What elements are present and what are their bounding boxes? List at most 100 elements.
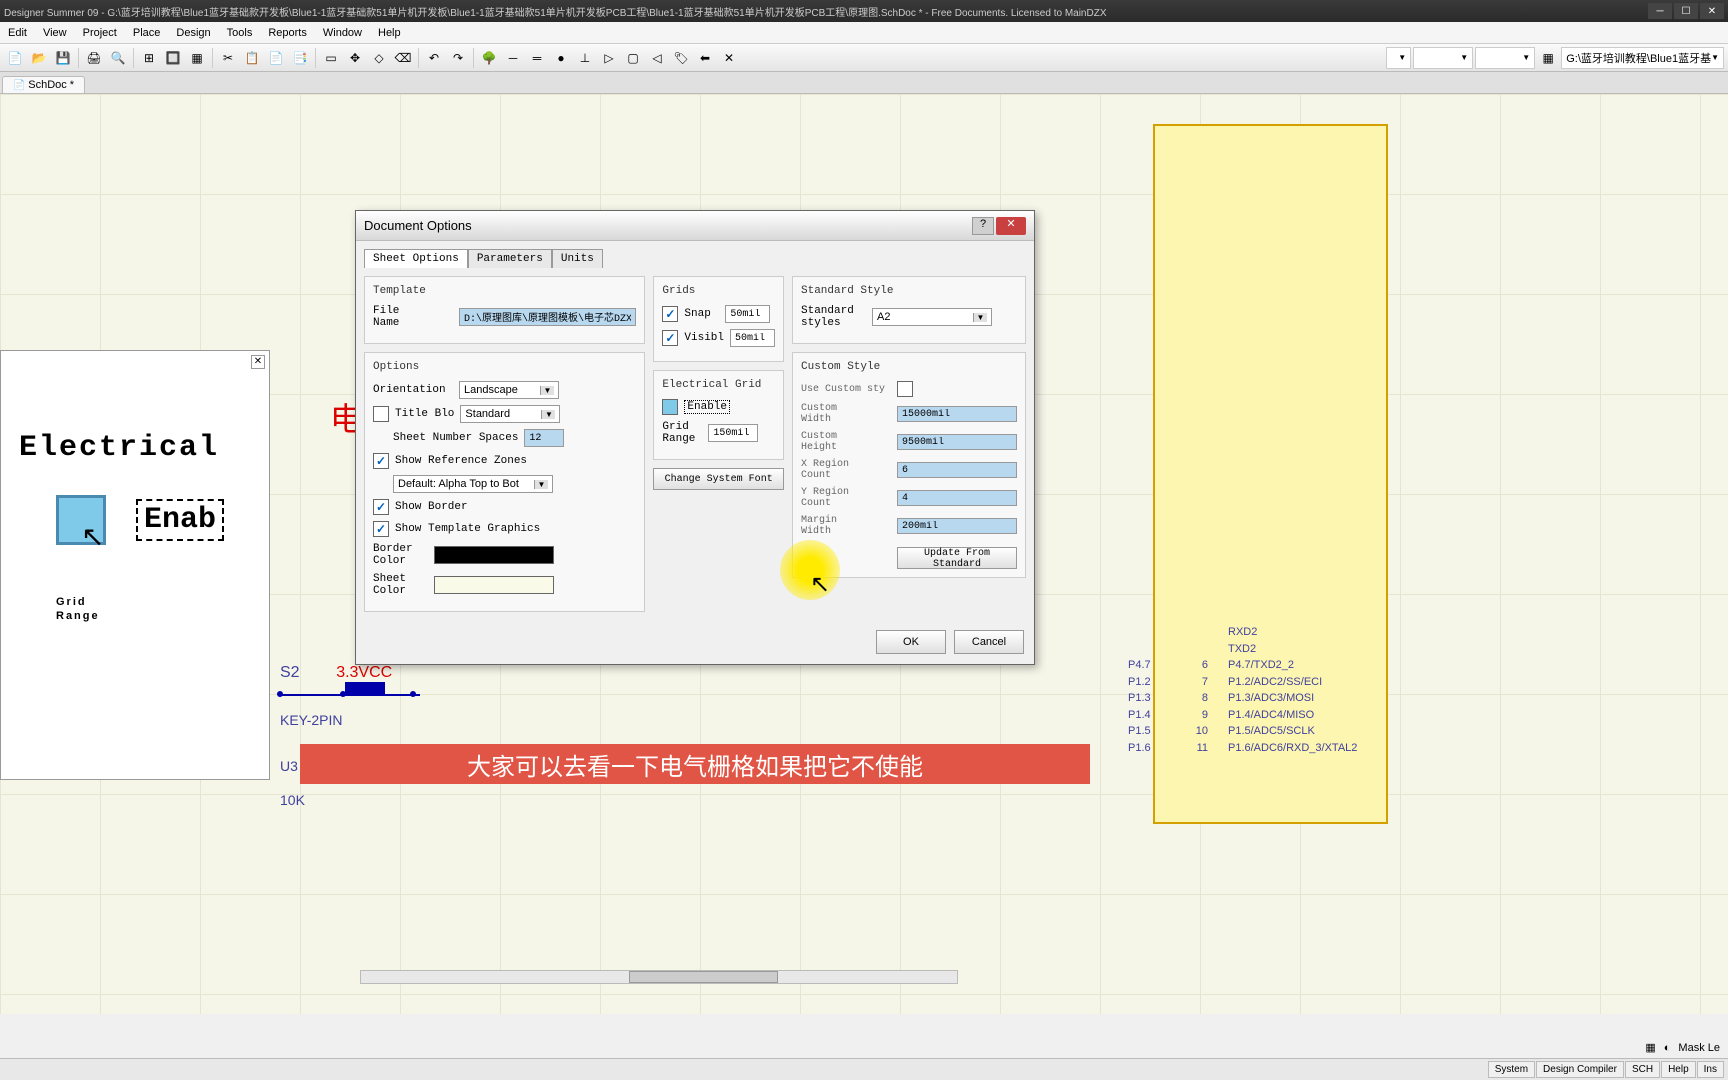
signal-row: RXD2: [1128, 624, 1448, 641]
checkbox-snap[interactable]: ✓: [662, 306, 678, 322]
checkbox-show-border[interactable]: ✓: [373, 499, 389, 515]
tool-offsheet[interactable]: ⬅: [694, 47, 716, 69]
tool-deselect[interactable]: ◇: [368, 47, 390, 69]
tool-path[interactable]: G:\蓝牙培训教程\Blue1蓝牙基▼: [1561, 47, 1724, 69]
input-x-region[interactable]: [897, 462, 1017, 478]
tool-zoom-select[interactable]: ▦: [186, 47, 208, 69]
menu-project[interactable]: Project: [75, 25, 125, 41]
status-design-compiler[interactable]: Design Compiler: [1536, 1061, 1624, 1078]
dialog-titlebar[interactable]: Document Options ? ✕: [356, 211, 1034, 241]
grid-icon[interactable]: ▦: [1645, 1041, 1655, 1054]
mask-icon[interactable]: ◐: [1664, 1042, 1671, 1054]
input-sheet-num[interactable]: [524, 429, 564, 447]
tool-sheet[interactable]: ▢: [622, 47, 644, 69]
input-custom-width[interactable]: [897, 406, 1017, 422]
button-change-font[interactable]: Change System Font: [653, 468, 784, 490]
tool-cut[interactable]: ✂: [217, 47, 239, 69]
tool-noconnect[interactable]: ✕: [718, 47, 740, 69]
label-visible: Visibl: [684, 332, 724, 344]
button-ok[interactable]: OK: [876, 630, 946, 654]
tool-wire[interactable]: ─: [502, 47, 524, 69]
label-r7-value: 10K: [280, 792, 392, 808]
swatch-sheet-color[interactable]: [434, 576, 554, 594]
scrollbar-thumb[interactable]: [629, 971, 778, 983]
tool-browse-drop[interactable]: ▼: [1413, 47, 1473, 69]
checkbox-visible[interactable]: ✓: [662, 330, 678, 346]
tool-copy[interactable]: 📋: [241, 47, 263, 69]
status-help[interactable]: Help: [1661, 1061, 1696, 1078]
zoom-enable-checkbox[interactable]: ↖: [56, 495, 106, 545]
tool-new[interactable]: 📄: [4, 47, 26, 69]
tool-bus[interactable]: ═: [526, 47, 548, 69]
tool-power[interactable]: ⊥: [574, 47, 596, 69]
group-standard-style: Standard Style Standard styles A2▼: [792, 276, 1026, 344]
dropdown-ref-zones[interactable]: Default: Alpha Top to Bot▼: [393, 475, 553, 493]
tool-save[interactable]: 💾: [52, 47, 74, 69]
label-s2: S2: [280, 664, 300, 681]
input-file-name[interactable]: [459, 308, 636, 326]
tool-part[interactable]: ▷: [598, 47, 620, 69]
menu-help[interactable]: Help: [370, 25, 409, 41]
menu-edit[interactable]: Edit: [0, 25, 35, 41]
checkbox-show-template[interactable]: ✓: [373, 521, 389, 537]
menu-tools[interactable]: Tools: [219, 25, 261, 41]
status-ins[interactable]: Ins: [1697, 1061, 1724, 1078]
checkbox-use-custom[interactable]: [897, 381, 913, 397]
menu-window[interactable]: Window: [315, 25, 370, 41]
menu-reports[interactable]: Reports: [260, 25, 315, 41]
dialog-help-button[interactable]: ?: [972, 217, 994, 235]
input-snap[interactable]: [725, 305, 770, 323]
status-sch[interactable]: SCH: [1625, 1061, 1660, 1078]
zoom-grid-label: Grid Range: [56, 595, 269, 624]
signal-row: P1.49P1.4/ADC4/MISO: [1128, 707, 1448, 724]
tab-units[interactable]: Units: [552, 249, 603, 268]
close-button[interactable]: ✕: [1700, 3, 1724, 19]
tool-preview[interactable]: 🔍: [107, 47, 129, 69]
input-y-region[interactable]: [897, 490, 1017, 506]
input-custom-height[interactable]: [897, 434, 1017, 450]
tool-clear[interactable]: ⌫: [392, 47, 414, 69]
dropdown-title-block[interactable]: Standard▼: [460, 405, 560, 423]
checkbox-ref-zones[interactable]: ✓: [373, 453, 389, 469]
tool-open[interactable]: 📂: [28, 47, 50, 69]
tab-sheet-options[interactable]: Sheet Options: [364, 249, 468, 268]
tool-lib-drop[interactable]: ▼: [1475, 47, 1535, 69]
tool-port[interactable]: ◁: [646, 47, 668, 69]
tool-undo[interactable]: ↶: [423, 47, 445, 69]
tab-parameters[interactable]: Parameters: [468, 249, 552, 268]
tool-redo[interactable]: ↷: [447, 47, 469, 69]
menu-place[interactable]: Place: [125, 25, 169, 41]
menu-design[interactable]: Design: [168, 25, 218, 41]
tool-junction[interactable]: ●: [550, 47, 572, 69]
maximize-button[interactable]: ☐: [1674, 3, 1698, 19]
label-grid-range: Grid Range: [662, 421, 702, 445]
dropdown-std-style[interactable]: A2▼: [872, 308, 992, 326]
button-cancel[interactable]: Cancel: [954, 630, 1024, 654]
tool-grid-icon[interactable]: ▦: [1537, 47, 1559, 69]
tool-move[interactable]: ✥: [344, 47, 366, 69]
horizontal-scrollbar[interactable]: [360, 970, 958, 984]
tool-select[interactable]: ▭: [320, 47, 342, 69]
swatch-border-color[interactable]: [434, 546, 554, 564]
input-margin[interactable]: [897, 518, 1017, 534]
tool-stamp[interactable]: 📑: [289, 47, 311, 69]
menu-view[interactable]: View: [35, 25, 75, 41]
button-update-standard[interactable]: Update From Standard: [897, 547, 1017, 569]
tool-mode-drop[interactable]: ▼: [1386, 47, 1411, 69]
tab-schdoc[interactable]: 📄 SchDoc *: [2, 76, 85, 93]
input-visible[interactable]: [730, 329, 775, 347]
tool-paste[interactable]: 📄: [265, 47, 287, 69]
tool-print[interactable]: 🖨: [83, 47, 105, 69]
zoom-close-button[interactable]: ✕: [251, 355, 265, 369]
minimize-button[interactable]: ─: [1648, 3, 1672, 19]
tool-zoom-fit[interactable]: ⊞: [138, 47, 160, 69]
dropdown-orientation[interactable]: Landscape▼: [459, 381, 559, 399]
tool-zoom-area[interactable]: 🔲: [162, 47, 184, 69]
tool-hierarchy[interactable]: 🌳: [478, 47, 500, 69]
checkbox-title-block[interactable]: [373, 406, 389, 422]
checkbox-electrical-enable[interactable]: [662, 399, 678, 415]
input-grid-range[interactable]: [708, 424, 758, 442]
dialog-close-button[interactable]: ✕: [996, 217, 1026, 235]
status-system[interactable]: System: [1488, 1061, 1535, 1078]
tool-netlabel[interactable]: 🏷: [670, 47, 692, 69]
